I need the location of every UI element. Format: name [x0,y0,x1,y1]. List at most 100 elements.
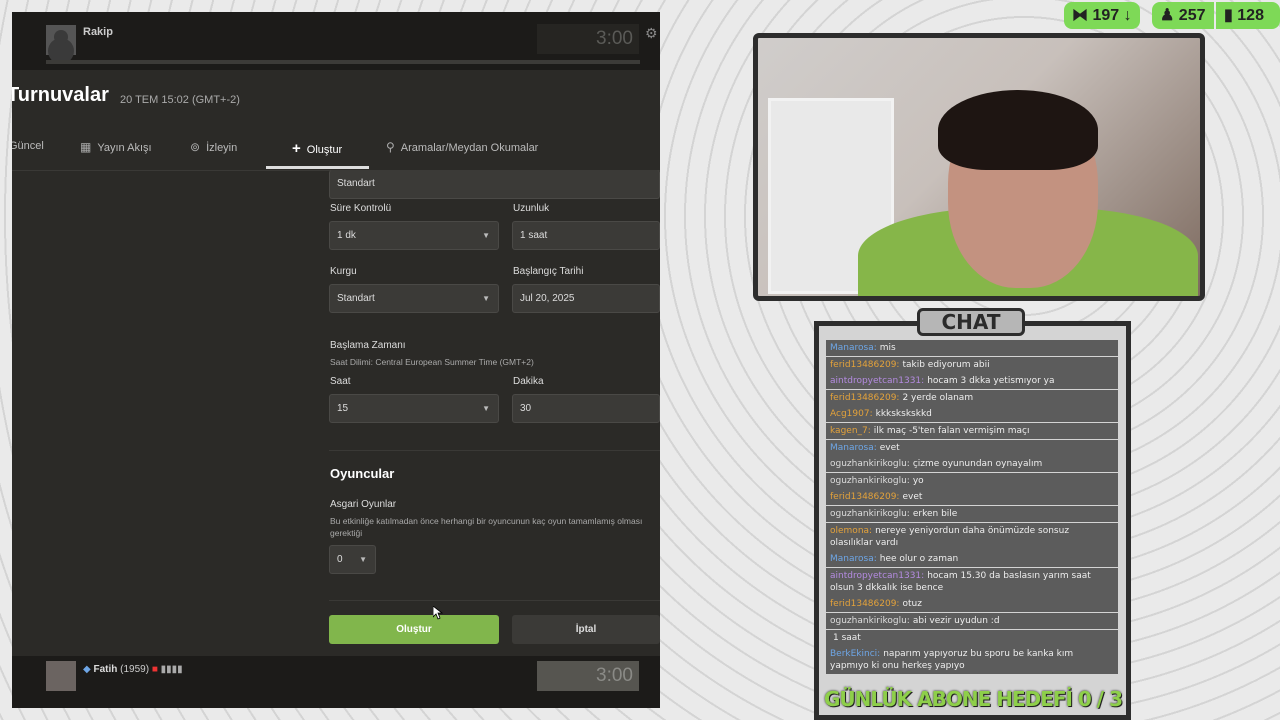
chat-username[interactable]: BerkEkinci: [830,649,880,659]
gear-icon[interactable]: ⚙ [645,26,659,40]
duration-label: Uzunluk [513,203,550,214]
page-date: 20 TEM 15:02 (GMT+-2) [120,94,240,106]
player-info: ◆ Fatih (1959) ■ ▮▮▮▮ [83,664,183,675]
chat-text: ilk maç -5'ten falan vermişim maçı [873,426,1030,436]
min-games-value: 0 [337,554,343,565]
start-date-input[interactable]: Jul 20, 2025 [512,284,660,313]
calendar-icon: ▦ [80,140,92,154]
chat-text: otuz [902,599,922,610]
streamer-hair [938,90,1098,170]
tab-label: Yayın Akışı [97,142,152,154]
chat-username[interactable]: oguzhankirikoglu: [830,509,910,519]
stat-pill-subs: ♟ 257 [1152,2,1214,29]
setup-label: Kurgu [330,266,357,277]
chat-username[interactable]: ferid13486209: [830,360,899,370]
chat-message: ferid13486209: otuz [826,596,1118,613]
chat-username[interactable]: oguzhankirikoglu: [830,476,910,486]
duration-value: 1 saat [520,230,548,241]
time-control-select[interactable]: 1 dk ▼ [329,221,499,250]
user-icon: ♟ [1160,7,1175,24]
chevron-down-icon: ▼ [482,231,490,240]
setup-select[interactable]: Standart ▼ [329,284,499,313]
chat-username[interactable]: kagen_7: [830,426,871,436]
chat-text: kkkskskskkd [875,409,932,420]
flag-icon: ■ [151,664,158,675]
min-games-select[interactable]: 0 ▼ [329,545,376,574]
search-icon: ⚲ [386,140,395,154]
chat-username[interactable]: Acg1907: [830,409,873,419]
variant-select[interactable]: Standart [329,170,660,199]
hour-label: Saat [330,376,351,387]
create-button[interactable]: Oluştur [329,615,499,644]
material-icon: ▮▮▮▮ [160,664,183,675]
player-clock: 3:00 [537,661,639,691]
start-time-label: Başlama Zamanı [330,340,406,351]
setup-value: Standart [337,293,375,304]
opponent-bar: Rakip 3:00 ⚙ [12,12,660,70]
opponent-clock: 3:00 [537,24,639,54]
chevron-down-icon: ▼ [482,404,490,413]
chat-username[interactable]: Manarosa: [830,554,877,564]
tab-label: İzleyin [206,142,238,154]
tab-watch[interactable]: ⊚ İzleyin [190,140,237,154]
chat-text: takib ediyorum abii [902,359,990,370]
chat-text: yo [912,475,924,486]
chat-message: BerkEkinci: naparım yapıyoruz bu sporu be… [826,646,1118,675]
player-rating: (1959) [120,664,150,675]
chat-message: oguzhankirikoglu: çizme oyunundan oynayal… [826,456,1118,473]
tab-challenges[interactable]: ⚲ Aramalar/Meydan Okumalar [386,140,538,154]
tab-create[interactable]: + Oluştur [292,140,342,157]
chat-username[interactable]: ferid13486209: [830,393,899,403]
chat-message: aintdropyetcan1331: hocam 15.30 da baslas… [826,567,1118,596]
chat-username[interactable]: oguzhankirikoglu: [830,616,910,626]
tab-label: Aramalar/Meydan Okumalar [400,142,539,154]
opponent-avatar [46,25,76,55]
cancel-button[interactable]: İptal [512,615,660,644]
minute-label: Dakika [513,376,544,387]
webcam-feed [753,33,1205,301]
chat-message: Acg1907: kkkskskskkd [826,406,1118,423]
chat-message: kagen_7: ilk maç -5'ten falan vermişim ma… [826,423,1118,439]
chat-text: 2 yerde olanam [902,392,974,403]
chat-username[interactable]: Manarosa: [830,443,877,453]
chevron-down-icon: ▼ [482,294,490,303]
chat-header: CHAT [917,308,1025,336]
stat-value: 257 [1178,7,1206,24]
bar-chart-icon: ▮ [1224,7,1233,24]
sub-goal-banner: GÜNLÜK ABONE HEDEFİ 0 / 3 [823,687,1123,711]
shield-icon: ◆ [83,664,91,675]
k-icon: ⧓ [1072,7,1088,24]
stat-value: 128 [1237,7,1264,24]
chat-message: Manarosa: hee olur o zaman [826,551,1118,568]
board-edge [46,60,640,64]
chat-username[interactable]: olemona: [830,526,872,536]
hour-select[interactable]: 15 ▼ [329,394,499,423]
tab-label: Güncel [12,140,44,152]
chat-username[interactable]: aintdropyetcan1331: [830,376,924,386]
chevron-down-icon: ▼ [359,555,367,564]
chat-username[interactable]: Manarosa: [830,343,877,353]
chat-message: olemona: nereye yeniyordun daha önümüzde … [826,522,1118,551]
chat-username[interactable]: aintdropyetcan1331: [830,571,924,581]
chat-text: hocam 3 dkka yetismıyor ya [927,376,1055,387]
chat-text: abi vezir uyudun :d [912,616,1000,626]
chat-message: ferid13486209: 2 yerde olanam [826,389,1118,406]
tab-label: Oluştur [306,144,343,156]
binoculars-icon: ⊚ [190,140,201,154]
time-control-label: Süre Kontrolü [330,203,392,214]
chat-username[interactable]: oguzhankirikoglu: [830,459,910,469]
player-bar: ◆ Fatih (1959) ■ ▮▮▮▮ 3:00 [12,656,660,708]
chat-username[interactable]: ferid13486209: [830,599,899,609]
duration-select[interactable]: 1 saat [512,221,660,250]
hour-value: 15 [337,403,349,414]
minute-input[interactable]: 30 [512,394,660,423]
chat-username[interactable]: ferid13486209: [830,492,899,502]
tab-bar: Güncel ▦ Yayın Akışı ⊚ İzleyin + Oluştur ⚲ A… [12,130,660,171]
chat-text: çizme oyunundan oynayalım [912,459,1043,470]
stat-value: 197 [1092,7,1120,24]
chat-text: erken bile [912,509,958,519]
tab-current[interactable]: Güncel [12,140,44,152]
players-section-title: Oyuncular [330,466,395,481]
tab-stream[interactable]: ▦ Yayın Akışı [80,140,152,154]
chat-message: ferid13486209: takib ediyorum abii [826,356,1118,373]
